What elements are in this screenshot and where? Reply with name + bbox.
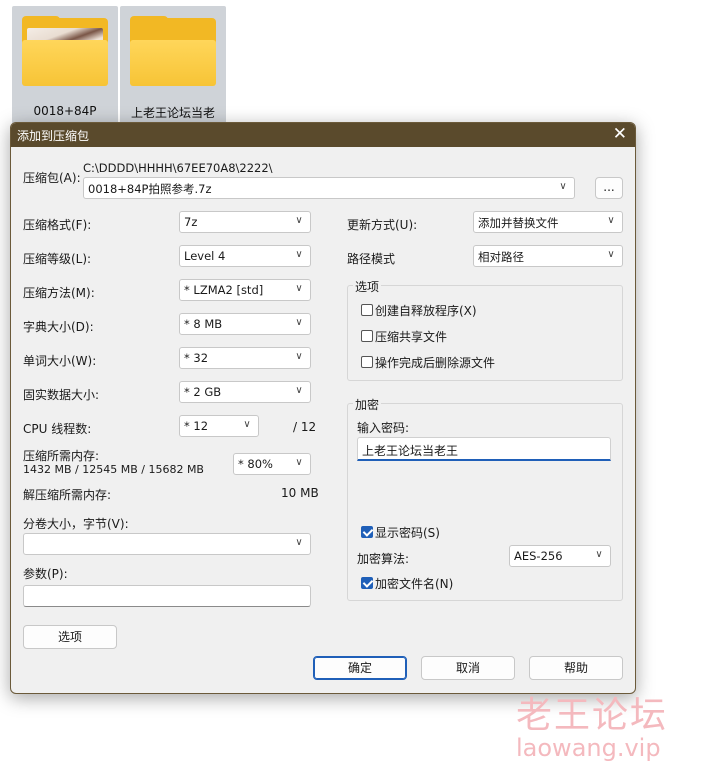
update-label: 更新方式(U): [347, 218, 418, 232]
chevron-down-icon [293, 249, 305, 263]
chevron-down-icon [557, 181, 569, 195]
threads-total: / 12 [293, 420, 317, 434]
password-label: 输入密码: [357, 421, 410, 435]
update-value: 添加并替换文件 [478, 216, 559, 230]
delete-after-label: 操作完成后删除源文件 [375, 356, 496, 370]
chevron-down-icon [293, 215, 305, 229]
chevron-down-icon [605, 215, 617, 229]
method-value: * LZMA2 [std] [184, 283, 264, 297]
path-mode-value: 相对路径 [478, 250, 524, 264]
sfx-checkbox[interactable] [361, 304, 373, 316]
cancel-button[interactable]: 取消 [421, 656, 515, 680]
solid-combo[interactable]: * 2 GB [179, 381, 311, 403]
chevron-down-icon [605, 249, 617, 263]
mem-compress-value: * 80% [238, 457, 273, 471]
watermark-logo: 老王论坛 [516, 695, 669, 736]
chevron-down-icon [593, 549, 605, 563]
threads-combo[interactable]: * 12 [179, 415, 259, 437]
path-mode-combo[interactable]: 相对路径 [473, 245, 623, 267]
path-mode-label: 路径模式 [347, 252, 396, 266]
delete-after-checkbox[interactable] [361, 356, 373, 368]
threads-value: * 12 [184, 419, 209, 433]
encryption-group-title: 加密 [353, 396, 382, 413]
archive-name-value: 0018+84P拍照参考.7z [88, 182, 212, 196]
folder-icon [130, 16, 216, 86]
format-label: 压缩格式(F): [23, 218, 92, 232]
method-label: 压缩方法(M): [23, 286, 95, 300]
add-to-archive-dialog: 添加到压缩包 ✕ 压缩包(A): C:\DDDD\HHHH\67EE70A8\2… [10, 122, 636, 694]
folder-tile-laowang[interactable]: 上老王论坛当老 [120, 6, 226, 124]
sfx-label: 创建自释放程序(X) [375, 304, 477, 318]
level-label: 压缩等级(L): [23, 252, 92, 266]
help-button[interactable]: 帮助 [529, 656, 623, 680]
encrypt-method-value: AES-256 [514, 549, 563, 563]
shared-files-label: 压缩共享文件 [375, 330, 448, 344]
chevron-down-icon [241, 419, 253, 433]
title-bar: 添加到压缩包 ✕ [11, 123, 635, 147]
folder-label: 0018+84P [33, 104, 97, 118]
encrypt-names-label: 加密文件名(N) [375, 577, 454, 591]
options-group-title: 选项 [353, 278, 382, 295]
volume-combo[interactable] [23, 533, 311, 555]
mem-decompress-label: 解压缩所需内存: [23, 488, 112, 502]
close-icon[interactable]: ✕ [613, 124, 627, 144]
method-combo[interactable]: * LZMA2 [std] [179, 279, 311, 301]
solid-value: * 2 GB [184, 385, 222, 399]
mem-compress-label: 压缩所需内存: [23, 449, 100, 463]
level-combo[interactable]: Level 4 [179, 245, 311, 267]
word-label: 单词大小(W): [23, 354, 97, 368]
word-combo[interactable]: * 32 [179, 347, 311, 369]
show-password-checkbox[interactable] [361, 526, 373, 538]
level-value: Level 4 [184, 249, 226, 263]
params-input[interactable] [23, 585, 311, 607]
chevron-down-icon [293, 283, 305, 297]
volume-label: 分卷大小，字节(V): [23, 517, 129, 531]
encrypt-method-label: 加密算法: [357, 552, 410, 566]
folder-icon [22, 16, 108, 86]
archive-label: 压缩包(A): [23, 171, 81, 185]
options-button[interactable]: 选项 [23, 625, 117, 649]
format-combo[interactable]: 7z [179, 211, 311, 233]
dict-value: * 8 MB [184, 317, 223, 331]
params-label: 参数(P): [23, 567, 68, 581]
word-value: * 32 [184, 351, 209, 365]
update-combo[interactable]: 添加并替换文件 [473, 211, 623, 233]
shared-files-checkbox[interactable] [361, 330, 373, 342]
encrypt-names-checkbox[interactable] [361, 577, 373, 589]
mem-compress-detail: 1432 MB / 12545 MB / 15682 MB [23, 463, 204, 476]
ok-button[interactable]: 确定 [313, 656, 407, 680]
chevron-down-icon [293, 457, 305, 471]
password-input[interactable]: 上老王论坛当老王 [357, 437, 611, 461]
chevron-down-icon [293, 537, 305, 551]
solid-label: 固实数据大小: [23, 388, 100, 402]
dict-combo[interactable]: * 8 MB [179, 313, 311, 335]
mem-compress-combo[interactable]: * 80% [233, 453, 311, 475]
show-password-label: 显示密码(S) [375, 526, 440, 540]
archive-name-combo[interactable]: 0018+84P拍照参考.7z [83, 177, 575, 199]
chevron-down-icon [293, 317, 305, 331]
dialog-title: 添加到压缩包 [17, 129, 90, 143]
mem-decompress-value: 10 MB [281, 486, 319, 500]
format-value: 7z [184, 215, 198, 229]
browse-button[interactable]: ... [595, 177, 623, 199]
watermark-url: laowang.vip [516, 734, 661, 762]
archive-path: C:\DDDD\HHHH\67EE70A8\2222\ [83, 161, 273, 175]
folder-label: 上老王论坛当老 [130, 106, 215, 120]
chevron-down-icon [293, 351, 305, 365]
threads-label: CPU 线程数: [23, 422, 92, 436]
encrypt-method-combo[interactable]: AES-256 [509, 545, 611, 567]
chevron-down-icon [293, 385, 305, 399]
folder-tile-0018[interactable]: 0018+84P [12, 6, 118, 124]
dict-label: 字典大小(D): [23, 320, 94, 334]
